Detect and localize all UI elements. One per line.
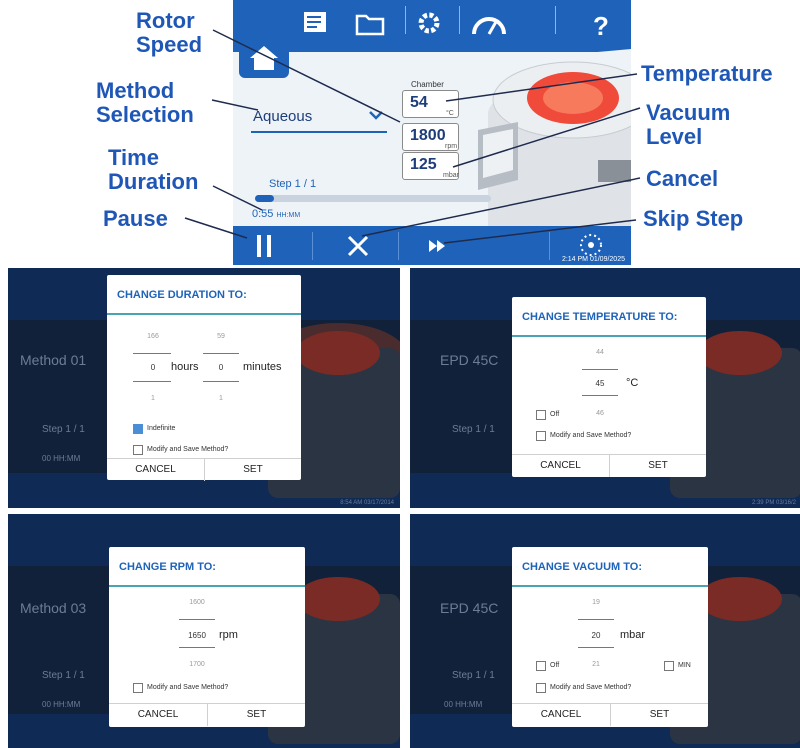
callout-lines (184, 29, 641, 244)
modify-save-checkbox[interactable] (133, 683, 143, 693)
modify-save-label: Modify and Save Method? (147, 684, 229, 691)
bg-step: Step 1 / 1 (452, 424, 495, 435)
bg-step: Step 1 / 1 (42, 424, 85, 435)
bg-method: EPD 45C (440, 600, 499, 616)
temperature-line-top (582, 369, 618, 370)
modify-save-label: Modify and Save Method? (147, 446, 229, 453)
rpm-line-bottom (179, 647, 215, 648)
vacuum-line-top (578, 619, 614, 620)
hours-value[interactable]: 0 (135, 363, 171, 372)
off-checkbox[interactable] (536, 661, 546, 671)
modify-save-checkbox[interactable] (536, 683, 546, 693)
indefinite-checkbox[interactable] (133, 424, 143, 434)
minutes-label: minutes (243, 361, 282, 373)
cancel-button[interactable]: CANCEL (512, 455, 609, 477)
dialog-buttons: CANCEL SET (512, 454, 706, 477)
modify-save-label: Modify and Save Method? (550, 684, 632, 691)
hours-label: hours (171, 361, 199, 373)
dialog-buttons: CANCEL SET (512, 703, 708, 726)
temperature-unit: °C (626, 377, 639, 389)
set-button[interactable]: SET (610, 455, 706, 477)
bg-time: 00 HH:MM (42, 700, 81, 709)
bg-datetime: 2:39 PM 03/16/2 (751, 500, 796, 506)
title-underline (512, 585, 708, 587)
off-checkbox[interactable] (536, 410, 546, 420)
hours-prev[interactable]: 166 (135, 333, 171, 340)
off-label: Off (550, 662, 560, 669)
vacuum-value[interactable]: 20 (578, 631, 614, 640)
change-temperature-dialog: CHANGE TEMPERATURE TO: 44 45 °C Off 46 M… (512, 297, 706, 477)
temperature-line (445, 73, 638, 102)
bg-method: Method 03 (20, 600, 87, 616)
vacuum-line (452, 107, 641, 168)
temperature-line-bottom (582, 395, 618, 396)
temperature-value[interactable]: 45 (582, 379, 618, 388)
panel-change-duration: Method 01 Step 1 / 1 00 HH:MM 8:54 AM 03… (8, 268, 400, 508)
vacuum-unit: mbar (620, 629, 646, 641)
hours-next[interactable]: 1 (135, 395, 171, 402)
cancel-button[interactable]: CANCEL (512, 704, 610, 726)
vacuum-prev[interactable]: 19 (578, 599, 614, 606)
dialog-title: CHANGE VACUUM TO: (522, 561, 642, 573)
rpm-value[interactable]: 1650 (179, 631, 215, 640)
bg-step: Step 1 / 1 (42, 670, 85, 681)
panel-change-vacuum: EPD 45C Step 1 / 1 00 HH:MM CHANGE VACUU… (410, 514, 800, 748)
minutes-line-top (203, 353, 239, 354)
temperature-next[interactable]: 46 (582, 410, 618, 417)
dialog-title: CHANGE TEMPERATURE TO: (522, 311, 678, 323)
cancel-button[interactable]: CANCEL (109, 704, 207, 726)
min-label: MIN (678, 662, 691, 669)
skip-step-line (443, 219, 637, 244)
dialog-buttons: CANCEL SET (109, 703, 305, 726)
rpm-prev[interactable]: 1600 (179, 599, 215, 606)
set-button[interactable]: SET (611, 704, 708, 726)
modify-save-label: Modify and Save Method? (550, 432, 632, 439)
temperature-prev[interactable]: 44 (582, 349, 618, 356)
minutes-prev[interactable]: 59 (203, 333, 239, 340)
change-vacuum-dialog: CHANGE VACUUM TO: 19 20 mbar Off 21 MIN … (512, 547, 708, 727)
off-label: Off (550, 411, 560, 418)
modify-save-checkbox[interactable] (133, 445, 143, 455)
rpm-line-top (179, 619, 215, 620)
indefinite-label: Indefinite (147, 425, 176, 432)
rpm-next[interactable]: 1700 (179, 661, 215, 668)
minutes-next[interactable]: 1 (203, 395, 239, 402)
hours-line-bottom (133, 381, 171, 382)
change-rpm-dialog: CHANGE RPM TO: 1600 1650 rpm 1700 Modify… (109, 547, 305, 727)
min-checkbox[interactable] (664, 661, 674, 671)
rotor-speed-line (212, 29, 401, 123)
vacuum-line-bottom (578, 647, 614, 648)
panel-change-temperature: EPD 45C Step 1 / 1 2:39 PM 03/16/2 CHANG… (410, 268, 800, 508)
bg-datetime: 8:54 AM 03/17/2014 (340, 500, 394, 506)
set-button[interactable]: SET (205, 459, 301, 481)
cancel-line (361, 177, 641, 237)
title-underline (512, 335, 706, 337)
time-line (212, 185, 263, 211)
dialog-buttons: CANCEL SET (107, 458, 301, 481)
hours-line-top (133, 353, 171, 354)
dialog-title: CHANGE DURATION TO: (117, 289, 247, 301)
pause-line (184, 217, 248, 239)
change-duration-dialog: CHANGE DURATION TO: 166 0 1 hours 59 0 1… (107, 275, 301, 481)
minutes-value[interactable]: 0 (203, 363, 239, 372)
bg-time: 00 HH:MM (42, 454, 81, 463)
bg-time: 00 HH:MM (444, 700, 483, 709)
modify-save-checkbox[interactable] (536, 431, 546, 441)
cancel-button[interactable]: CANCEL (107, 459, 204, 481)
bg-step: Step 1 / 1 (452, 670, 495, 681)
dialog-title: CHANGE RPM TO: (119, 561, 216, 573)
title-underline (109, 585, 305, 587)
bg-method: EPD 45C (440, 352, 499, 368)
minutes-line-bottom (203, 381, 239, 382)
set-button[interactable]: SET (208, 704, 305, 726)
rpm-unit: rpm (219, 629, 238, 641)
method-line (211, 99, 259, 111)
panel-change-rpm: Method 03 Step 1 / 1 00 HH:MM CHANGE RPM… (8, 514, 400, 748)
title-underline (107, 313, 301, 315)
bg-method: Method 01 (20, 352, 87, 368)
vacuum-next[interactable]: 21 (578, 661, 614, 668)
